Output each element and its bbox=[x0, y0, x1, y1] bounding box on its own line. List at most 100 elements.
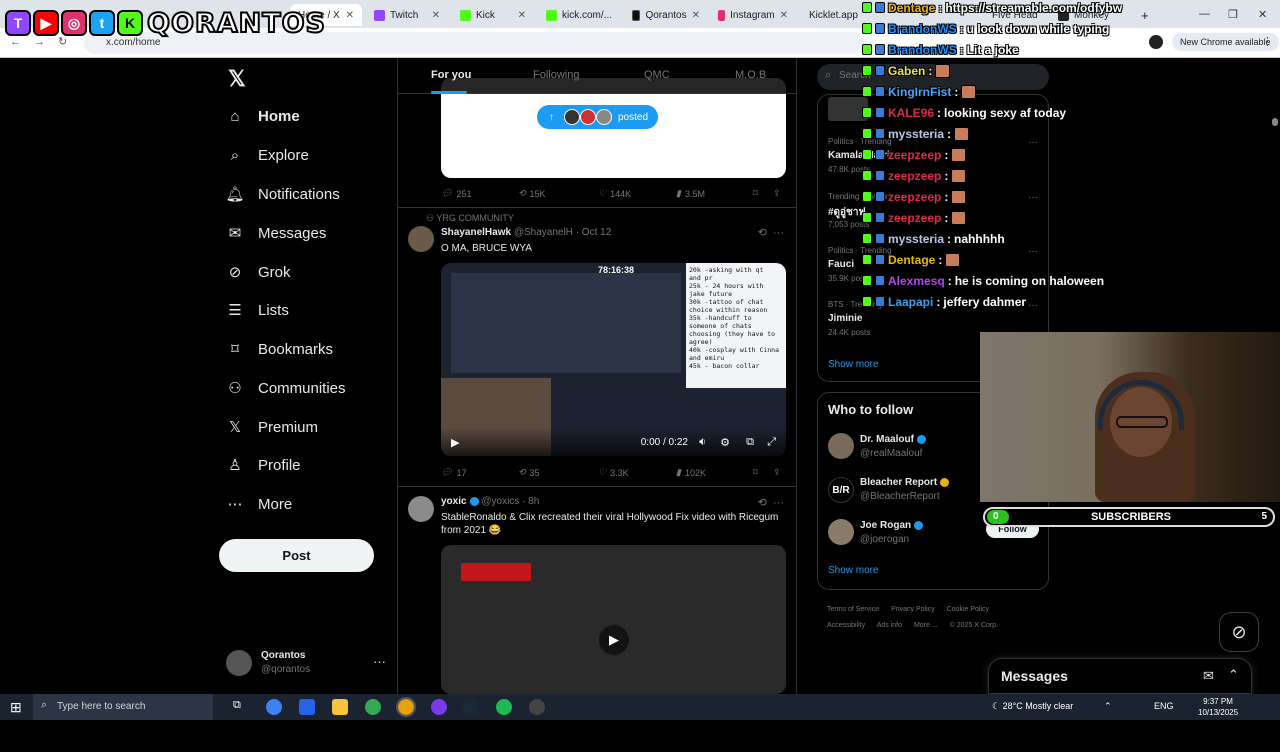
task-view-icon[interactable]: ⧉ bbox=[233, 699, 249, 715]
minimize-icon[interactable]: — bbox=[1199, 8, 1210, 20]
nav-communities[interactable]: ⚇ Communities bbox=[226, 373, 345, 403]
more-dots-icon[interactable]: ··· bbox=[773, 497, 784, 509]
grok-icon[interactable]: ⟲ bbox=[758, 497, 767, 509]
nav-bookmarks[interactable]: ⌑ Bookmarks bbox=[226, 334, 333, 364]
post-button[interactable]: Post bbox=[219, 539, 374, 572]
messages-drawer[interactable]: Messages ✉ ⌃ bbox=[988, 658, 1252, 694]
language-indicator[interactable]: ENG bbox=[1154, 701, 1174, 711]
author-name[interactable]: yoxic bbox=[441, 496, 467, 507]
avatar[interactable] bbox=[408, 496, 434, 522]
show-more-link[interactable]: Show more bbox=[828, 565, 879, 576]
nav-premium[interactable]: 𝕏 Premium bbox=[226, 412, 318, 442]
tab-for-you[interactable]: For you bbox=[431, 69, 471, 81]
play-icon[interactable]: ▶ bbox=[451, 436, 459, 449]
file-explorer-icon[interactable] bbox=[332, 699, 348, 715]
avatar[interactable] bbox=[828, 519, 854, 545]
views-button[interactable]: ▮ 102K bbox=[676, 467, 706, 478]
trend-name[interactable]: Fauci bbox=[828, 259, 854, 270]
author-handle[interactable]: @yoxics bbox=[481, 496, 519, 507]
expand-icon[interactable]: ⌃ bbox=[1228, 667, 1239, 683]
app-icon[interactable] bbox=[529, 699, 545, 715]
fullscreen-icon[interactable]: ⤢ bbox=[767, 436, 776, 449]
tweet-time[interactable]: · Oct 12 bbox=[576, 227, 612, 238]
bleacher-report-logo-icon[interactable]: B/R bbox=[828, 477, 854, 503]
close-window-icon[interactable]: ✕ bbox=[1258, 8, 1267, 21]
close-tab-icon[interactable]: ✕ bbox=[346, 10, 354, 21]
nav-messages[interactable]: ✉ Messages bbox=[226, 218, 327, 248]
chrome-icon[interactable] bbox=[365, 699, 381, 715]
tab-qorantos[interactable]: Qorantos ✕ bbox=[624, 4, 708, 26]
suggestion-name[interactable]: Joe Rogan bbox=[860, 520, 924, 531]
grok-button[interactable]: ⊘ bbox=[1219, 612, 1259, 652]
show-more-link[interactable]: Show more bbox=[828, 359, 879, 370]
nav-explore[interactable]: ⌕ Explore bbox=[226, 140, 309, 170]
avatar[interactable] bbox=[408, 226, 434, 252]
suggestion-name[interactable]: Bleacher Report bbox=[860, 477, 950, 488]
play-icon[interactable]: ▶ bbox=[599, 625, 629, 655]
tab-kicklet[interactable]: Kicklet.app bbox=[796, 4, 858, 26]
obs-icon[interactable] bbox=[431, 699, 447, 715]
tab-qmc[interactable]: QMC bbox=[644, 69, 670, 81]
suggestion-handle[interactable]: @realMaalouf bbox=[860, 448, 922, 459]
copilot-icon[interactable] bbox=[266, 699, 282, 715]
community-context[interactable]: ⚇ YRG COMMUNITY bbox=[426, 213, 514, 224]
clock[interactable]: 9:37 PM 10/13/2025 bbox=[1198, 696, 1238, 718]
video-player[interactable]: ▶ bbox=[441, 545, 786, 694]
nav-home[interactable]: ⌂ Home bbox=[226, 101, 299, 131]
views-button[interactable]: ▮ 3.5M bbox=[676, 188, 705, 199]
nav-notifications[interactable]: 🔔︎ Notifications bbox=[225, 179, 339, 209]
author-name[interactable]: ShayanelHawk bbox=[441, 227, 511, 238]
pip-icon[interactable]: ⧉ bbox=[746, 436, 754, 449]
nav-grok[interactable]: ⊘ Grok bbox=[226, 257, 291, 287]
tab-twitch[interactable]: Twitch ✕ bbox=[366, 4, 448, 26]
grok-icon[interactable]: ⟲ bbox=[758, 227, 767, 239]
nav-more[interactable]: ⋯ More bbox=[226, 489, 293, 519]
volume-icon[interactable]: 🔉︎ bbox=[699, 436, 706, 449]
footer-link[interactable]: Privacy Policy bbox=[891, 606, 935, 613]
nav-lists[interactable]: ☰ Lists bbox=[226, 295, 289, 325]
close-tab-icon[interactable]: ✕ bbox=[780, 10, 788, 21]
x-logo-icon[interactable]: 𝕏 bbox=[228, 66, 246, 92]
repost-button[interactable]: ⟲ 35 bbox=[518, 467, 540, 478]
spotify-icon[interactable] bbox=[496, 699, 512, 715]
video-player[interactable]: 78:16:38 20k -asking with qt and pr 25k … bbox=[441, 263, 786, 456]
chrome-canary-icon[interactable] bbox=[396, 697, 416, 717]
footer-link[interactable]: Cookie Policy bbox=[947, 606, 989, 613]
avatar[interactable] bbox=[828, 433, 854, 459]
footer-link[interactable]: Accessibility bbox=[827, 622, 865, 629]
steam-icon[interactable] bbox=[463, 699, 479, 715]
settings-icon[interactable]: ⚙ bbox=[720, 436, 730, 449]
suggestion-name[interactable]: Dr. Maalouf bbox=[860, 434, 926, 445]
tab-kick-com[interactable]: kick.com/... bbox=[538, 4, 622, 26]
author-handle[interactable]: @ShayanelH bbox=[514, 227, 573, 238]
close-tab-icon[interactable]: ✕ bbox=[432, 10, 440, 21]
account-switcher[interactable]: Qorantos @qorantos ··· bbox=[226, 648, 386, 678]
share-icon[interactable]: ⇪ bbox=[773, 188, 781, 199]
edge-icon[interactable] bbox=[299, 699, 315, 715]
nav-profile[interactable]: ♙ Profile bbox=[226, 450, 300, 480]
new-posts-pill[interactable]: ↑ posted bbox=[537, 105, 659, 129]
suggestion-handle[interactable]: @joerogan bbox=[860, 534, 909, 545]
trend-name[interactable]: Jiminie bbox=[828, 313, 862, 324]
like-button[interactable]: ♡ 144K bbox=[598, 188, 631, 199]
suggestion-handle[interactable]: @BleacherReport bbox=[860, 491, 940, 502]
windows-start-icon[interactable]: ⊞ bbox=[10, 699, 22, 716]
menu-dots-icon[interactable]: ⋮ bbox=[1262, 35, 1273, 48]
taskbar-search-input[interactable]: ⌕ Type here to search bbox=[33, 694, 213, 720]
share-icon[interactable]: ⇪ bbox=[773, 467, 781, 478]
more-dots-icon[interactable]: ··· bbox=[773, 227, 784, 239]
maximize-icon[interactable]: ❐ bbox=[1228, 8, 1238, 21]
like-button[interactable]: ♡ 3.3K bbox=[598, 467, 629, 478]
footer-link[interactable]: Terms of Service bbox=[827, 606, 879, 613]
tray-chevron-icon[interactable]: ⌃ bbox=[1104, 701, 1112, 712]
weather-widget[interactable]: ☾ 28°C Mostly clear bbox=[992, 701, 1073, 712]
close-tab-icon[interactable]: ✕ bbox=[518, 10, 526, 21]
repost-button[interactable]: ⟲ 15K bbox=[518, 188, 546, 199]
bookmark-icon[interactable]: ⌑ bbox=[753, 188, 758, 199]
reply-button[interactable]: 💬︎ 17 bbox=[441, 467, 466, 478]
bookmark-icon[interactable]: ⌑ bbox=[753, 467, 758, 478]
tweet-time[interactable]: · 8h bbox=[522, 496, 539, 507]
tab-mob[interactable]: M.O.B bbox=[735, 69, 766, 81]
scroll-up-icon[interactable] bbox=[1272, 118, 1278, 126]
tab-instagram[interactable]: Instagram ✕ bbox=[710, 4, 796, 26]
